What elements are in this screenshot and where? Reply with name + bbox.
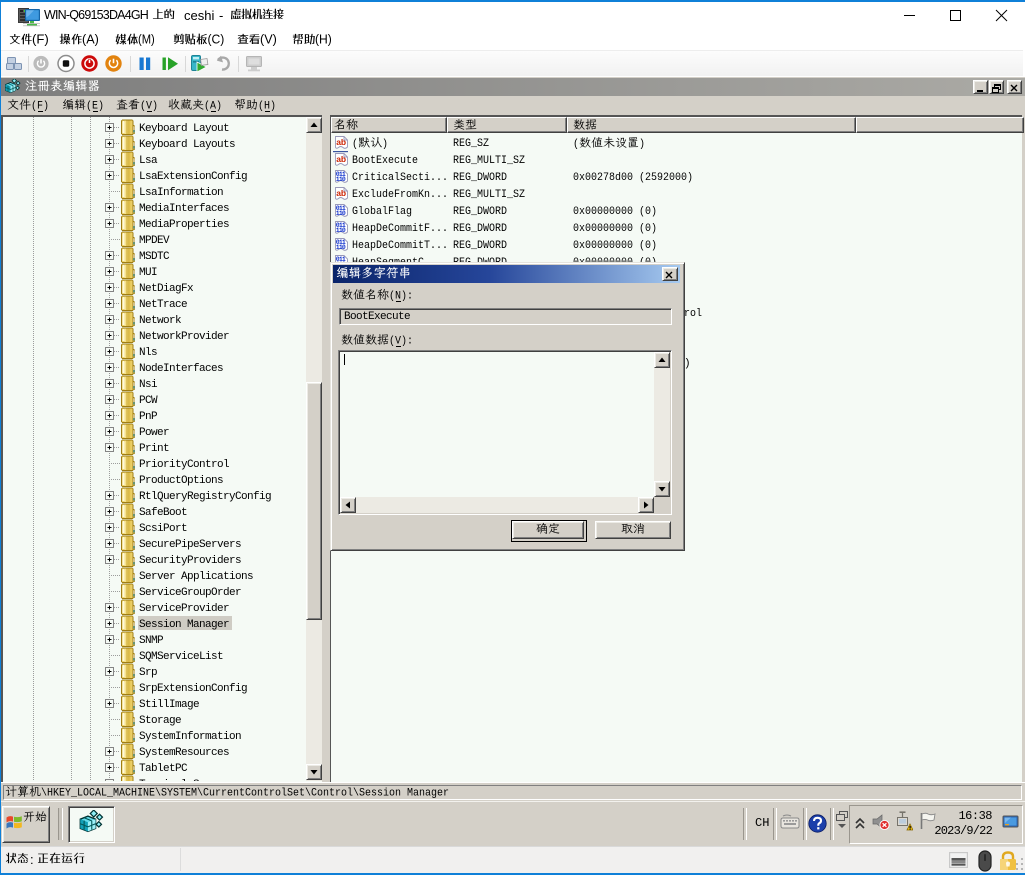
svg-text:REG_DWORD: REG_DWORD <box>453 240 507 252</box>
svg-text:ExcludeFromKn...: ExcludeFromKn... <box>352 189 448 201</box>
svg-text:BootExecute: BootExecute <box>352 155 418 167</box>
svg-text:0x00000000 (0): 0x00000000 (0) <box>573 223 657 235</box>
svg-text:REG_DWORD: REG_DWORD <box>453 206 507 218</box>
svg-text:REG_MULTI_SZ: REG_MULTI_SZ <box>453 189 525 201</box>
svg-text:\HKEY_LOCAL_MACHINE\SYSTEM\Cur: \HKEY_LOCAL_MACHINE\SYSTEM\CurrentContro… <box>41 788 449 800</box>
svg-text:110: 110 <box>336 176 346 183</box>
svg-text:rol: rol <box>684 308 702 320</box>
svg-text:0x00278d00 (2592000): 0x00278d00 (2592000) <box>573 172 693 184</box>
svg-text:REG_MULTI_SZ: REG_MULTI_SZ <box>453 155 525 167</box>
svg-text:(: ( <box>573 139 579 151</box>
svg-text:ab: ab <box>336 188 346 198</box>
svg-text:110: 110 <box>336 227 346 234</box>
svg-text:REG_DWORD: REG_DWORD <box>453 172 507 184</box>
svg-text:REG_SZ: REG_SZ <box>453 138 489 150</box>
svg-text:110: 110 <box>336 210 346 217</box>
svg-text:ab: ab <box>336 154 346 164</box>
svg-text:ab: ab <box>336 137 346 147</box>
svg-text:): ) <box>382 139 388 151</box>
svg-text:(V):: (V): <box>389 336 413 348</box>
svg-text:0x00000000 (0): 0x00000000 (0) <box>573 240 657 252</box>
svg-text:CriticalSecti...: CriticalSecti... <box>352 172 448 184</box>
svg-text:HeapDeCommitT...: HeapDeCommitT... <box>352 240 448 252</box>
svg-text:REG_DWORD: REG_DWORD <box>453 223 507 235</box>
svg-text:110: 110 <box>336 244 346 251</box>
svg-text:GlobalFlag: GlobalFlag <box>352 206 412 218</box>
svg-text:HeapDeCommitF...: HeapDeCommitF... <box>352 223 448 235</box>
svg-text:): ) <box>639 139 645 151</box>
svg-text:(N):: (N): <box>389 291 413 303</box>
svg-text:(: ( <box>352 139 358 151</box>
svg-text:0x00000000 (0): 0x00000000 (0) <box>573 206 657 218</box>
